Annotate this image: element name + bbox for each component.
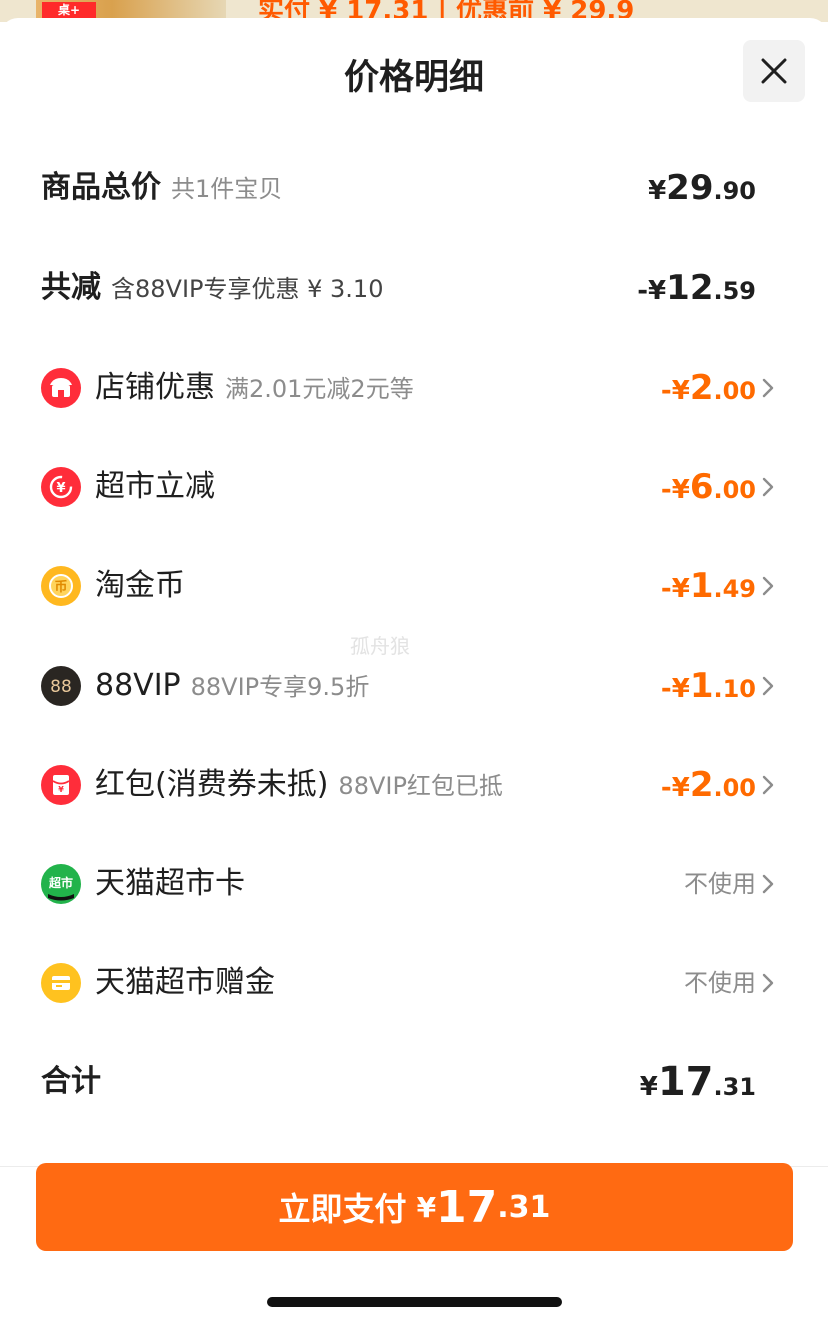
discount-label: 超市立减: [95, 469, 215, 504]
supermarket-discount-icon: ¥: [41, 467, 81, 507]
payment-label: 天猫超市赠金: [95, 965, 275, 1000]
reduction-label: 共减: [41, 270, 101, 305]
svg-text:超市: 超市: [48, 875, 73, 890]
payment-label: 天猫超市卡: [95, 866, 245, 901]
gift-money-icon: [41, 963, 81, 1003]
svg-text:币: 币: [54, 580, 67, 595]
discount-label: 淘金币: [95, 568, 185, 603]
total-amount: ¥17.31: [639, 1059, 756, 1105]
discount-label: 店铺优惠: [95, 370, 215, 405]
svg-text:¥: ¥: [58, 785, 64, 794]
discount-amount: -¥1.10: [660, 666, 756, 706]
svg-text:¥: ¥: [56, 481, 65, 496]
discount-amount: -¥6.00: [660, 467, 756, 507]
payment-status: 不使用: [684, 969, 756, 997]
discount-row-supermarket[interactable]: ¥ 超市立减 -¥6.00: [0, 457, 828, 517]
price-detail-sheet: 价格明细 商品总价 共1件宝贝 ¥29.90 共减 含88VIP专享优惠 ¥ 3.1…: [0, 18, 828, 1324]
subtotal-label: 商品总价: [41, 170, 161, 205]
discount-row-red-packet[interactable]: ¥ 红包(消费券未抵) 88VIP红包已抵 -¥2.00: [0, 755, 828, 815]
thumbnail-tag: 桌+: [42, 2, 96, 18]
coin-icon: 币: [41, 566, 81, 606]
subtotal-amount: ¥29.90: [648, 168, 756, 208]
red-packet-icon: ¥: [41, 765, 81, 805]
chevron-right-icon: [762, 973, 774, 993]
discount-row-88vip[interactable]: 88 88VIP 88VIP专享9.5折 -¥1.10: [0, 656, 828, 716]
subtotal-row: 商品总价 共1件宝贝 ¥29.90: [0, 158, 828, 218]
discount-row-coins[interactable]: 币 淘金币 -¥1.49: [0, 556, 828, 616]
discount-label: 88VIP: [95, 668, 181, 703]
home-indicator[interactable]: [267, 1297, 562, 1307]
discount-row-shop[interactable]: 店铺优惠 满2.01元减2元等 -¥2.00: [0, 358, 828, 418]
discount-label: 红包(消费券未抵): [95, 767, 329, 802]
chevron-right-icon: [762, 576, 774, 596]
chevron-right-icon: [762, 775, 774, 795]
reduction-note: 含88VIP专享优惠 ¥ 3.10: [111, 275, 384, 303]
discount-note: 88VIP专享9.5折: [190, 673, 370, 701]
shop-icon: [41, 368, 81, 408]
tmall-card-icon: 超市: [41, 864, 81, 904]
close-button[interactable]: [743, 40, 805, 102]
subtotal-count: 共1件宝贝: [171, 175, 283, 203]
total-reduction-row: 共减 含88VIP专享优惠 ¥ 3.10 -¥12.59: [0, 258, 828, 318]
discount-amount: -¥1.49: [660, 566, 756, 606]
payment-row-gift-money[interactable]: 天猫超市赠金 不使用: [0, 953, 828, 1013]
discount-amount: -¥2.00: [660, 368, 756, 408]
chevron-right-icon: [762, 378, 774, 398]
discount-note: 满2.01元减2元等: [225, 375, 414, 403]
watermark: 孤舟狼: [350, 634, 410, 658]
total-row: 合计 ¥17.31: [0, 1052, 828, 1112]
page-title: 价格明细: [343, 58, 484, 98]
chevron-right-icon: [762, 874, 774, 894]
close-icon: [761, 58, 787, 84]
chevron-right-icon: [762, 676, 774, 696]
chevron-right-icon: [762, 477, 774, 497]
pay-now-button[interactable]: 立即支付 ¥17.31: [36, 1163, 793, 1251]
discount-note: 88VIP红包已抵: [338, 772, 503, 800]
reduction-amount: -¥12.59: [637, 268, 756, 308]
vip-88-icon: 88: [41, 666, 81, 706]
total-label: 合计: [41, 1064, 101, 1099]
discount-amount: -¥2.00: [660, 765, 756, 805]
svg-text:88: 88: [50, 677, 72, 697]
payment-status: 不使用: [684, 870, 756, 898]
payment-row-tmall-card[interactable]: 超市 天猫超市卡 不使用: [0, 854, 828, 914]
